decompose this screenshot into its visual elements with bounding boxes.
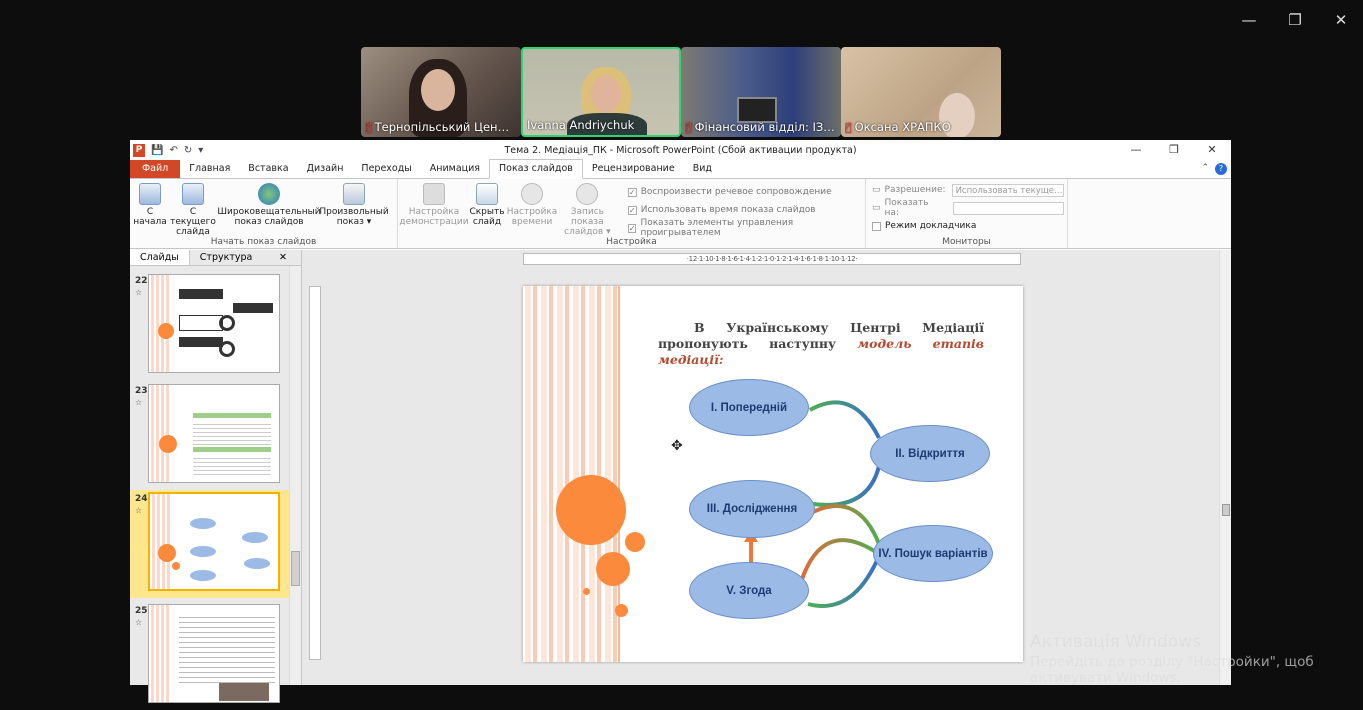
slide-thumbnail[interactable]: 22 ☆ [130, 272, 289, 380]
save-icon[interactable]: 💾 [151, 145, 163, 156]
participant-tile[interactable]: 🎙̸ Оксана ХРАПКО [841, 47, 1001, 137]
tab-file[interactable]: Файл [130, 160, 181, 178]
play-narration-checkbox[interactable]: ✓ Воспроизвести речевое сопровождение [627, 183, 862, 201]
current-slide: В Українському Центрі Медіації пропонуют… [523, 286, 1023, 662]
slides-panel: Слайды Структура ✕ 22 ☆ 23 ☆ 24 ☆ 25 ☆ [130, 250, 302, 703]
participant-tile-active[interactable]: Ivanna Andriychuk [521, 47, 681, 137]
record-icon [576, 183, 599, 205]
workspace: Слайды Структура ✕ 22 ☆ 23 ☆ 24 ☆ 25 ☆ ·… [130, 250, 1231, 703]
stage-3-ellipse: III. Дослідження [689, 480, 815, 538]
stage-1-ellipse: I. Попередній [689, 379, 809, 436]
group-start-show: С начала С текущего слайда Широковещател… [130, 179, 398, 248]
slide-thumbnail[interactable]: 25 ☆ [130, 602, 289, 710]
resolution-icon: ▭ [872, 185, 881, 195]
tab-outline[interactable]: Структура [190, 250, 263, 265]
participant-name: Ivanna Andriychuk [527, 118, 635, 132]
slide-editor: ·12·1·10·1·8·1·6·1·4·1·2·1·0·1·2·1·4·1·6… [303, 250, 1231, 685]
powerpoint-window: P 💾 ↶ ↻ ▾ Тема 2. Медіація_ПК - Microsof… [130, 140, 1231, 703]
slide-thumbnail-current[interactable]: 24 ☆ [130, 490, 289, 598]
group-monitors: ▭ Разрешение: Использовать текуще… ▭ Показа… [866, 179, 1068, 248]
tab-view[interactable]: Вид [684, 160, 721, 178]
group-label: Начать показ слайдов [210, 237, 317, 247]
group-setup: Настройка демонстрации Скрыть слайд Наст… [398, 179, 866, 248]
customize-icon[interactable]: ▾ [198, 145, 203, 156]
window-title: Тема 2. Медіація_ПК - Microsoft PowerPoi… [504, 144, 857, 156]
show-on-select[interactable] [953, 201, 1064, 215]
timer-icon [521, 183, 543, 205]
powerpoint-logo-icon: P [133, 143, 145, 157]
move-cursor-icon: ✥ [671, 438, 683, 454]
animation-star-icon: ☆ [135, 506, 143, 515]
slideshow-current-icon [182, 183, 204, 205]
undo-icon[interactable]: ↶ [169, 145, 177, 156]
participant-name: Оксана ХРАПКО [854, 120, 951, 134]
resolution-select[interactable]: Использовать текуще… [951, 183, 1064, 197]
redo-icon[interactable]: ↻ [184, 145, 192, 156]
broadcast-globe-icon [258, 183, 280, 205]
tab-transitions[interactable]: Переходы [352, 160, 420, 178]
tab-slides[interactable]: Слайды [130, 250, 190, 265]
tab-review[interactable]: Рецензирование [583, 160, 684, 178]
presenter-view-checkbox[interactable]: Режим докладчика [872, 217, 1064, 235]
monitor-icon: ▭ [872, 203, 881, 213]
title-bar: P 💾 ↶ ↻ ▾ Тема 2. Медіація_ПК - Microsof… [130, 140, 1231, 160]
mic-muted-icon: 🎙̸ [845, 120, 852, 134]
minimize-button[interactable]: — [1226, 0, 1272, 40]
ppt-minimize-button[interactable]: — [1117, 140, 1155, 160]
animation-star-icon: ☆ [135, 288, 143, 297]
show-media-controls-checkbox[interactable]: ✓ Показать элементы управления проигрыват… [627, 218, 862, 238]
participant-tile[interactable]: 🎙̸ Тернопільський Цен… [361, 47, 521, 137]
stage-5-ellipse: V. Згода [689, 562, 809, 619]
custom-show-icon [343, 183, 365, 205]
vertical-ruler [309, 286, 321, 660]
restore-button[interactable]: ❐ [1272, 0, 1318, 40]
editor-scrollbar[interactable] [1219, 250, 1231, 685]
windows-activation-watermark: Активація Windows Перейдіть до розділу "… [1030, 632, 1314, 686]
stage-4-ellipse: IV. Пошук варіантів [873, 525, 993, 582]
tab-animation[interactable]: Анимация [421, 160, 489, 178]
mic-muted-icon: 🎙̸ [685, 120, 692, 134]
group-label: Настройка [606, 237, 657, 247]
quick-access-toolbar: P 💾 ↶ ↻ ▾ [130, 143, 203, 157]
setup-icon [423, 183, 445, 205]
slideshow-start-icon [139, 183, 161, 205]
hide-slide-icon [476, 183, 498, 205]
tab-design[interactable]: Дизайн [298, 160, 353, 178]
use-timings-checkbox[interactable]: ✓ Использовать время показа слайдов [627, 201, 862, 219]
horizontal-ruler: ·12·1·10·1·8·1·6·1·4·1·2·1·0·1·2·1·4·1·6… [523, 253, 1021, 265]
participant-name: Фінансовий відділ: ІЗ… [694, 120, 835, 134]
participant-tile[interactable]: 🎙̸ Фінансовий відділ: ІЗ… [681, 47, 841, 137]
collapse-ribbon-icon[interactable]: ⌃ [1201, 163, 1209, 175]
ppt-restore-button[interactable]: ❐ [1155, 140, 1193, 160]
animation-star-icon: ☆ [135, 398, 143, 407]
animation-star-icon: ☆ [135, 618, 143, 627]
group-label: Мониторы [942, 237, 991, 247]
tab-slideshow[interactable]: Показ слайдов [489, 159, 583, 179]
ribbon: С начала С текущего слайда Широковещател… [130, 179, 1231, 249]
tab-home[interactable]: Главная [180, 160, 239, 178]
ribbon-tabs: Файл Главная Вставка Дизайн Переходы Ани… [130, 159, 1231, 179]
mic-muted-icon: 🎙̸ [365, 120, 372, 134]
tab-insert[interactable]: Вставка [239, 160, 297, 178]
close-panel-icon[interactable]: ✕ [269, 250, 297, 265]
participant-name: Тернопільський Цен… [374, 120, 510, 134]
help-icon[interactable]: ? [1215, 163, 1227, 175]
stage-2-ellipse: II. Відкриття [870, 425, 990, 482]
slide-thumbnail[interactable]: 23 ☆ [130, 382, 289, 490]
close-button[interactable]: ✕ [1318, 0, 1363, 40]
ppt-close-button[interactable]: ✕ [1193, 140, 1231, 160]
panel-scrollbar[interactable] [289, 266, 301, 685]
